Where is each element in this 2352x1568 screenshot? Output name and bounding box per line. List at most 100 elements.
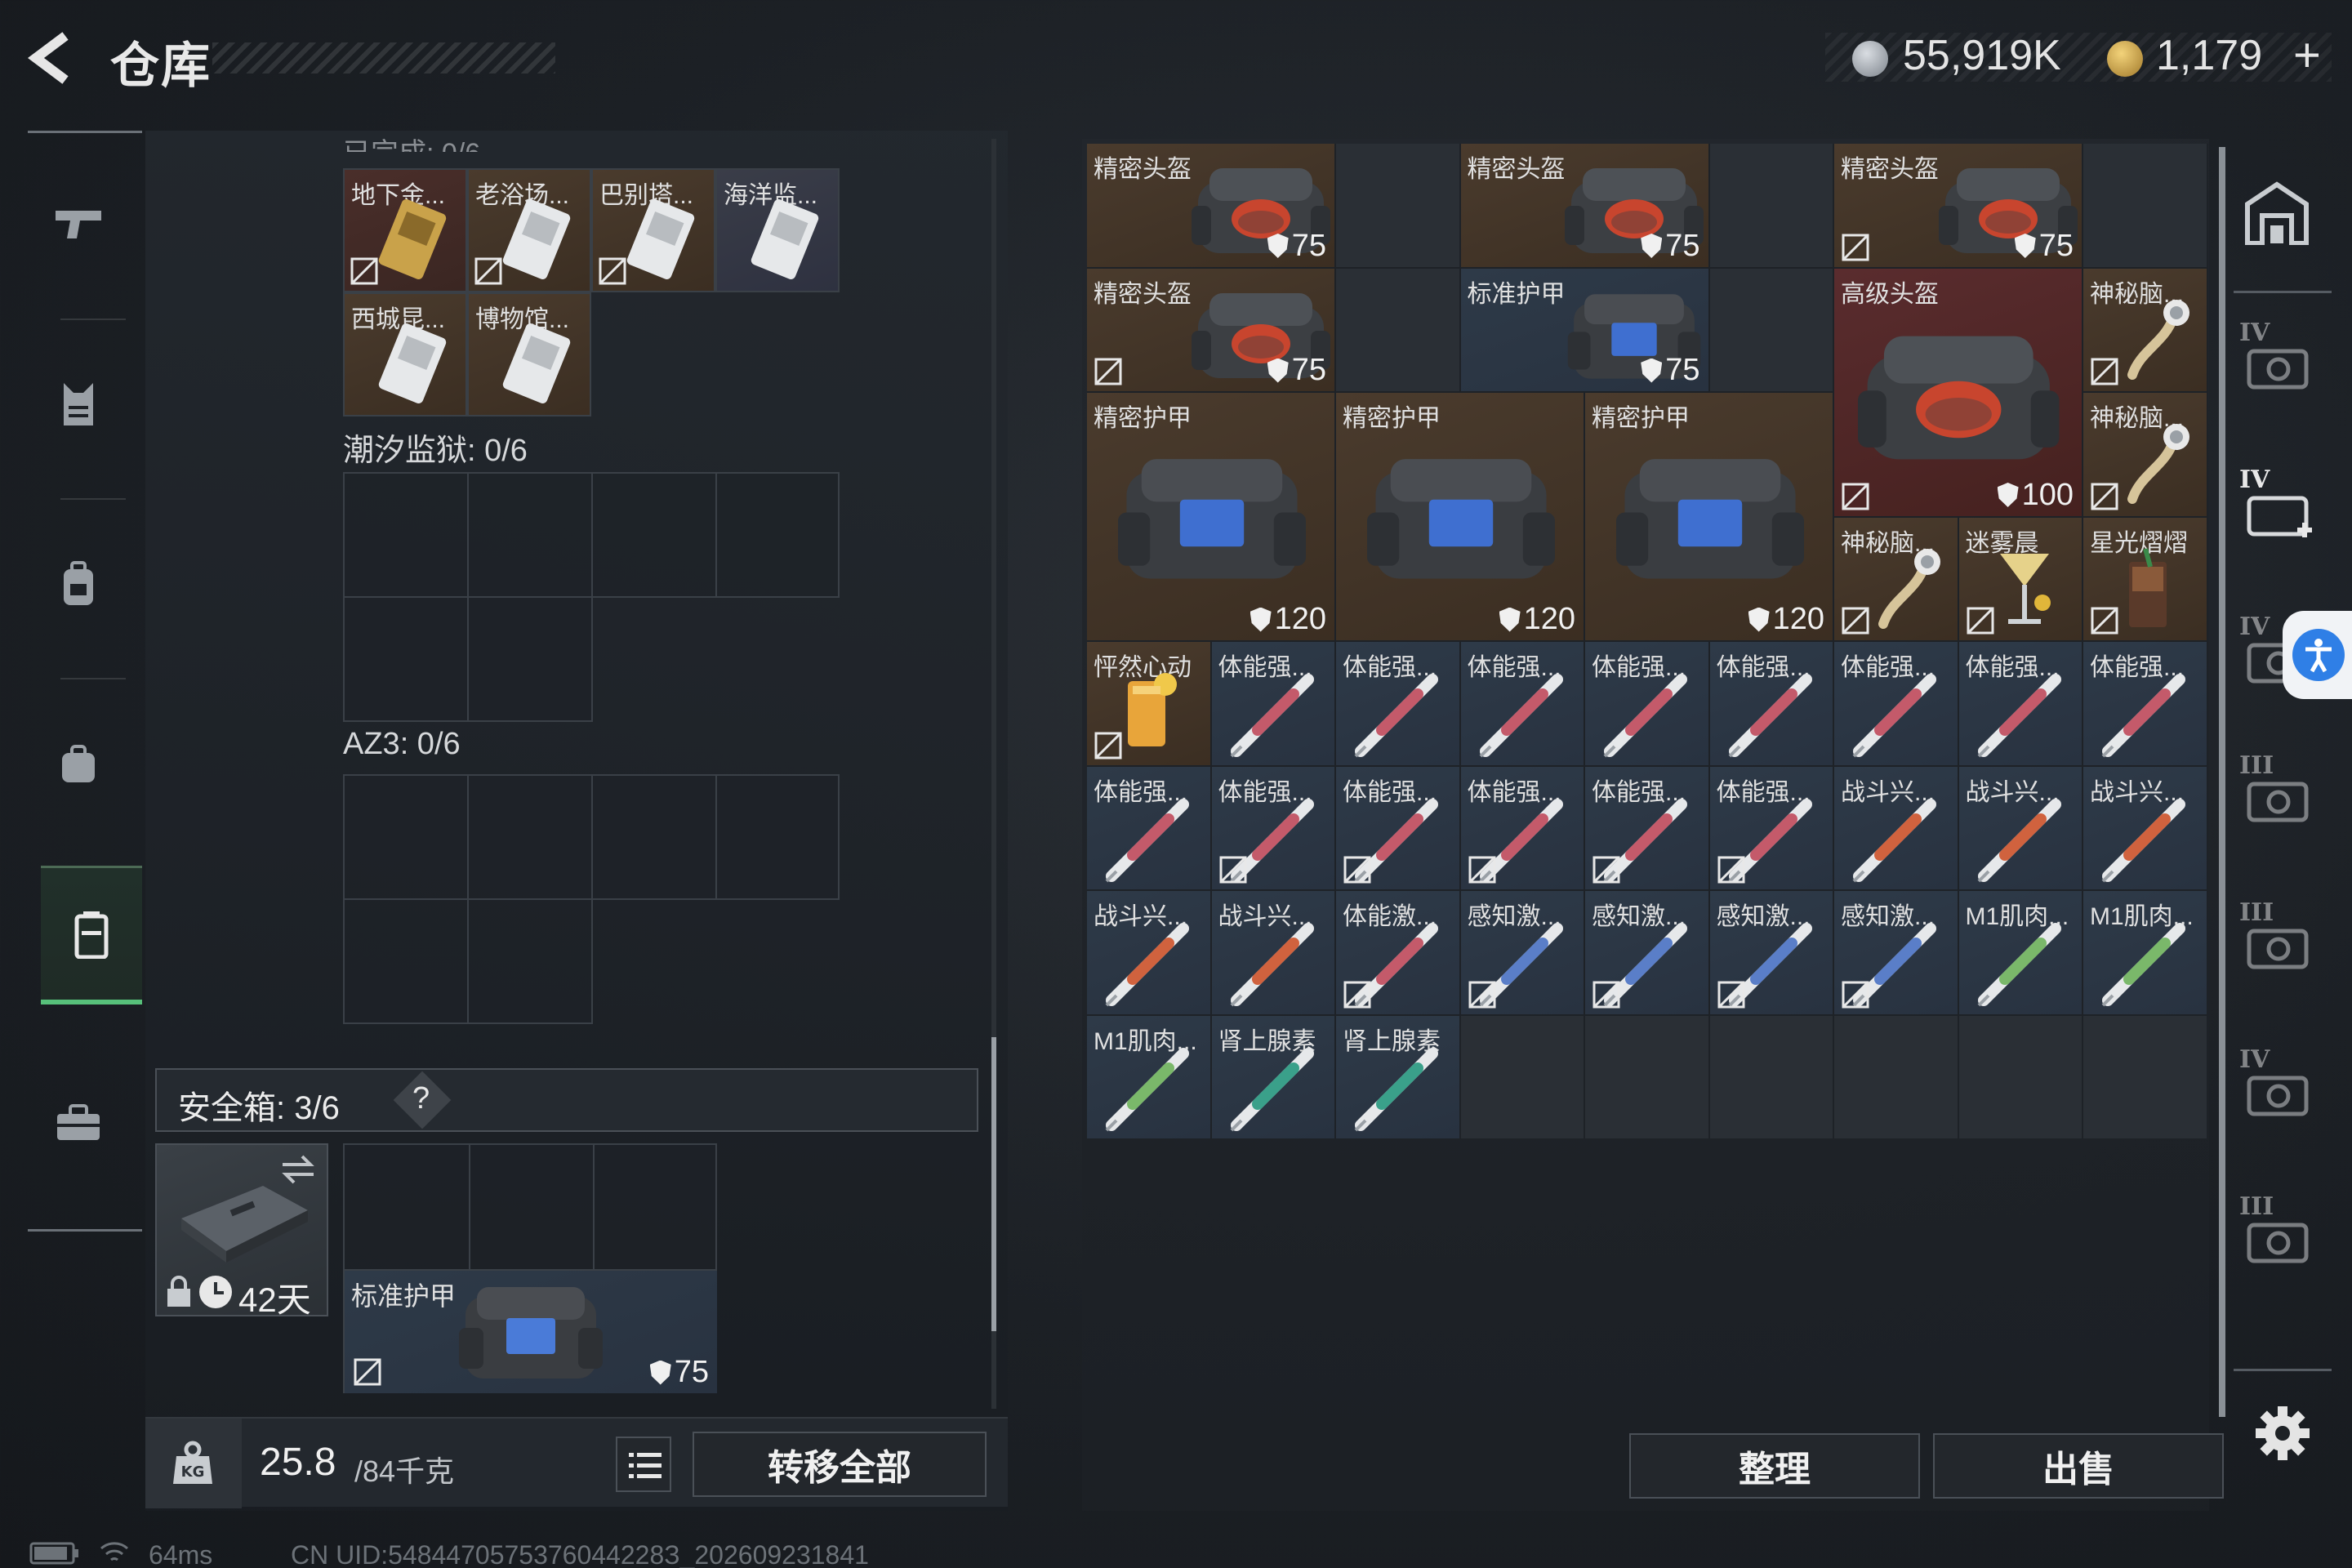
tier-filter-tab[interactable]: IV (2239, 466, 2329, 555)
tier-filter-tab[interactable]: III (2239, 898, 2329, 988)
safebox-item-vest[interactable]: 标准护甲 75 (345, 1271, 717, 1393)
stash-item[interactable]: 体能强... (1336, 642, 1461, 767)
vest-item-icon (1117, 458, 1306, 578)
add-currency-button[interactable]: + (2293, 28, 2321, 82)
list-icon (629, 1453, 662, 1478)
syringe-icon (2101, 674, 2185, 758)
sort-button[interactable]: 整理 (1629, 1433, 1920, 1499)
accessibility-button[interactable] (2283, 611, 2352, 699)
not-tradable-icon (474, 257, 502, 285)
armor-shield-icon (1499, 607, 1521, 632)
nav-backpacks[interactable] (28, 514, 129, 653)
swap-icon[interactable] (279, 1153, 317, 1186)
tier-filter-tab[interactable]: III (2239, 1192, 2329, 1282)
stash-item[interactable]: 战斗兴... (1087, 891, 1212, 1016)
stash-item[interactable]: 肾上腺素 (1336, 1015, 1461, 1140)
stash-item[interactable]: 肾上腺素 (1211, 1015, 1336, 1140)
nav-safebox[interactable] (41, 866, 142, 1004)
stash-item[interactable]: M1肌肉... (1087, 1015, 1212, 1140)
section-label-az3: AZ3: 0/6 (343, 727, 461, 761)
stash-item[interactable]: 体能强... (1958, 642, 2083, 767)
stash-item[interactable]: 体能强... (2083, 642, 2208, 767)
accessibility-icon (2305, 639, 2332, 673)
gold-balance: 1,179 (2156, 32, 2263, 79)
stash-item[interactable]: 体能强... (1709, 642, 1834, 767)
stash-item[interactable]: 战斗兴... (1834, 766, 1959, 891)
empty-slot (1585, 1015, 1710, 1140)
syringe-icon (1230, 674, 1314, 758)
nav-weapons[interactable] (28, 155, 129, 294)
stash-item[interactable]: 感知激... (1834, 891, 1959, 1016)
stash-item[interactable]: 精密头盔 75 (1834, 144, 2083, 269)
syringe-icon (1603, 674, 1687, 758)
stash-item[interactable]: 星光熠熠 (2083, 517, 2208, 642)
stash-item[interactable]: M1肌肉... (1958, 891, 2083, 1016)
list-view-button[interactable] (616, 1437, 671, 1492)
stash-item[interactable]: 感知激... (1585, 891, 1710, 1016)
stash-item[interactable]: 迷雾晨 (1958, 517, 2083, 642)
sell-button[interactable]: 出售 (1933, 1433, 2224, 1499)
stash-item[interactable]: 体能强... (1460, 642, 1585, 767)
stash-item[interactable]: 体能激... (1336, 891, 1461, 1016)
stash-item[interactable]: 精密头盔 75 (1087, 268, 1336, 393)
item-label: 精密护甲 (1592, 405, 1690, 432)
tier-filter-tab[interactable]: IV (2239, 318, 2329, 408)
warehouse-icon[interactable] (2243, 180, 2311, 245)
stash-item[interactable]: 体能强... (1336, 766, 1461, 891)
nav-vests[interactable] (28, 335, 129, 474)
settings-gear-icon[interactable] (2254, 1405, 2311, 1462)
stash-item[interactable]: 体能强... (1087, 766, 1212, 891)
stash-item[interactable]: 体能强... (1709, 766, 1834, 891)
collectible-item[interactable]: 西城昆... (343, 292, 467, 416)
not-tradable-icon (1717, 856, 1744, 884)
stash-item[interactable]: 高级头盔 100 (1834, 268, 2083, 518)
card-icon (626, 199, 695, 279)
armor-value: 75 (1665, 228, 1700, 263)
safebox-slot[interactable]: 42天 (155, 1143, 328, 1319)
stash-item[interactable]: 标准护甲 75 (1460, 268, 1710, 393)
stash-item[interactable]: 体能强... (1585, 642, 1710, 767)
collectible-item[interactable]: 巴别塔... (591, 168, 715, 292)
stash-item[interactable]: 精密头盔 75 (1087, 144, 1336, 269)
stash-item[interactable]: 精密护甲 120 (1087, 393, 1336, 642)
safebox-timer: 42天 (238, 1281, 311, 1319)
horn-icon (2127, 424, 2189, 504)
stash-item[interactable]: 怦然心动 (1087, 642, 1212, 767)
tier-filter-tab[interactable]: III (2239, 751, 2329, 841)
stash-item[interactable]: 战斗兴... (1958, 766, 2083, 891)
stash-item[interactable]: 战斗兴... (1211, 891, 1336, 1016)
stash-item[interactable]: 神秘脑... (1834, 517, 1959, 642)
stash-item[interactable]: 战斗兴... (2083, 766, 2208, 891)
stash-item[interactable]: 精密护甲 120 (1336, 393, 1585, 642)
collectible-item[interactable]: 地下金... (343, 168, 467, 292)
armor-value: 75 (1291, 228, 1326, 263)
stash-item[interactable]: 神秘脑... (2083, 268, 2208, 393)
nav-tools[interactable] (28, 1054, 129, 1192)
collectible-item[interactable]: 海洋监... (715, 168, 840, 292)
stash-item[interactable]: 感知激... (1709, 891, 1834, 1016)
stash-item[interactable]: 体能强... (1211, 766, 1336, 891)
weight-icon: KG (173, 1441, 212, 1484)
tier-filter-tab[interactable]: IV (2239, 1045, 2329, 1135)
back-arrow-icon[interactable] (24, 29, 82, 87)
stash-item[interactable]: 体能强... (1834, 642, 1959, 767)
item-label: 标准护甲 (1467, 280, 1566, 308)
stash-item[interactable]: 精密头盔 75 (1460, 144, 1710, 269)
syringe-icon (1852, 798, 1936, 882)
stash-item[interactable]: 精密护甲 120 (1585, 393, 1834, 642)
stash-item[interactable]: 感知激... (1460, 891, 1585, 1016)
syringe-icon (1728, 674, 1812, 758)
transfer-all-button[interactable]: 转移全部 (693, 1432, 987, 1497)
stash-item[interactable]: 体能强... (1585, 766, 1710, 891)
gun-icon (56, 211, 101, 238)
stash-item[interactable]: 体能强... (1211, 642, 1336, 767)
collectible-item[interactable]: 老浴场... (467, 168, 591, 292)
stash-item[interactable]: 神秘脑... (2083, 393, 2208, 518)
stash-item[interactable]: 体能强... (1460, 766, 1585, 891)
armor-value: 75 (1665, 353, 1700, 387)
collectible-item[interactable]: 博物馆... (467, 292, 591, 416)
stash-item[interactable]: M1肌肉... (2083, 891, 2208, 1016)
nav-bags[interactable] (28, 694, 129, 833)
help-icon[interactable]: ? (412, 1081, 430, 1116)
scrollbar-thumb[interactable] (991, 1037, 996, 1331)
